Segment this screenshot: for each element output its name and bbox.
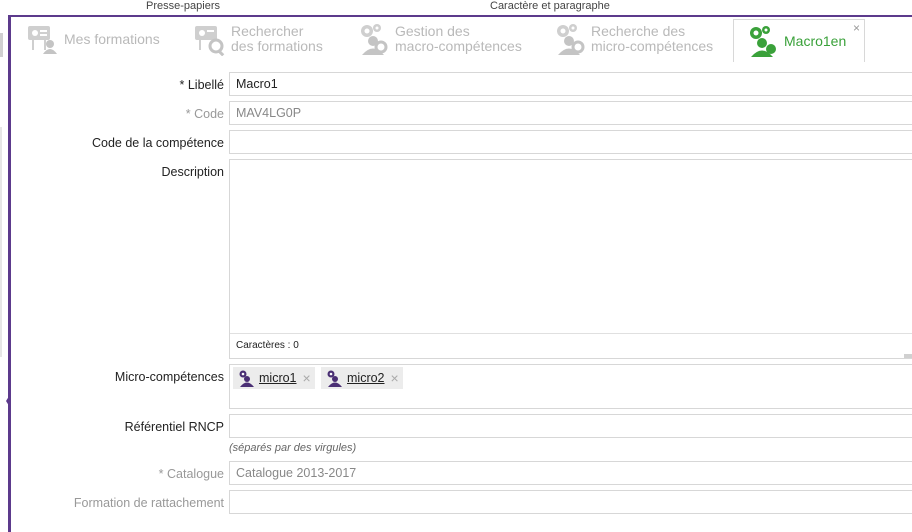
- tab-label: Mes formations: [64, 30, 160, 47]
- code-competence-input[interactable]: [229, 130, 912, 154]
- tab-bar: Mes formations Rechercher des formations …: [11, 17, 912, 62]
- micro-chip-label[interactable]: micro2: [347, 371, 385, 385]
- competence-form: * Libellé Macro1 * Code MAV4LG0P Code de…: [11, 61, 912, 532]
- description-textarea[interactable]: Caractères : 0: [229, 159, 912, 359]
- tab-close-button[interactable]: ×: [853, 22, 860, 34]
- tab-label: Recherche des micro-compétences: [591, 23, 714, 54]
- rncp-label: Référentiel RNCP: [124, 420, 224, 434]
- char-count: Caractères : 0: [230, 333, 912, 357]
- rncp-input[interactable]: [229, 414, 912, 438]
- gears-search-icon: [557, 24, 585, 55]
- remove-chip-icon[interactable]: ×: [391, 370, 399, 386]
- catalogue-input: Catalogue 2013-2017: [229, 461, 912, 485]
- description-label: Description: [161, 165, 224, 179]
- tab-gestion-macro[interactable]: Gestion des macro-compétences: [357, 17, 537, 61]
- ribbon-group-clipboard: Presse-papiers: [146, 0, 220, 12]
- formation-search-icon: [195, 26, 225, 56]
- micro-chip-label[interactable]: micro1: [259, 371, 297, 385]
- micro-chip[interactable]: micro1 ×: [233, 367, 315, 389]
- rattachement-label: Formation de rattachement: [73, 496, 224, 510]
- gears-person-icon: [361, 24, 388, 55]
- left-pane: [0, 17, 8, 532]
- tab-label: Gestion des macro-compétences: [395, 23, 522, 54]
- libelle-label: * Libellé: [179, 78, 224, 92]
- tab-mes-formations[interactable]: Mes formations: [26, 17, 171, 61]
- micro-competences-label: Micro-compétences: [114, 370, 224, 384]
- gears-person-icon: [750, 26, 776, 57]
- code-label: * Code: [185, 107, 224, 121]
- remove-chip-icon[interactable]: ×: [303, 370, 311, 386]
- ribbon-group-labels: Presse-papiers Caractère et paragraphe: [0, 0, 912, 16]
- catalogue-label: * Catalogue: [158, 467, 224, 481]
- tab-macro1en[interactable]: Macro1en ×: [733, 19, 865, 62]
- tab-label: Rechercher des formations: [231, 23, 323, 54]
- formation-board-icon: [28, 26, 57, 54]
- micro-competence-icon: [239, 370, 254, 387]
- rncp-hint: (séparés par des virgules): [229, 442, 357, 454]
- micro-competence-icon: [327, 370, 342, 387]
- rattachement-input: [229, 490, 912, 514]
- ribbon-group-paragraph: Caractère et paragraphe: [490, 0, 610, 12]
- code-competence-label: Code de la compétence: [91, 136, 224, 150]
- tab-label: Macro1en: [784, 32, 847, 49]
- code-input: MAV4LG0P: [229, 101, 912, 125]
- resize-grip[interactable]: [904, 354, 912, 358]
- micro-competences-field[interactable]: micro1 × micro2 ×: [229, 364, 912, 409]
- tab-rechercher-formations[interactable]: Rechercher des formations: [193, 17, 343, 61]
- micro-chip[interactable]: micro2 ×: [321, 367, 403, 389]
- tab-recherche-micro[interactable]: Recherche des micro-compétences: [553, 17, 733, 61]
- libelle-input[interactable]: Macro1: [229, 72, 912, 96]
